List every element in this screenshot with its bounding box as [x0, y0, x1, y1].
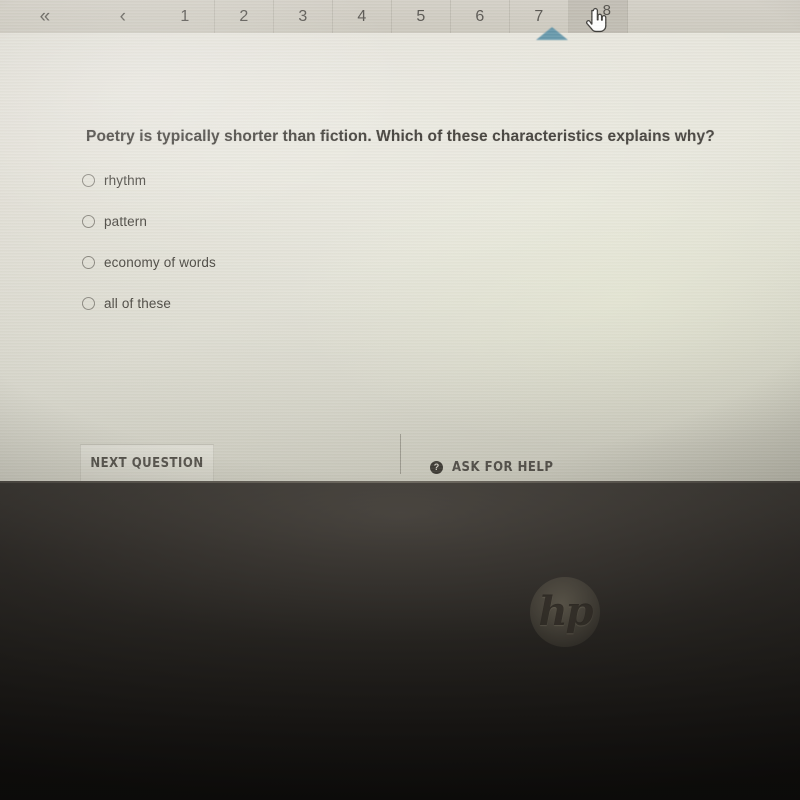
- answer-option-2[interactable]: pattern: [82, 201, 602, 242]
- laptop-bezel: [0, 481, 800, 800]
- radio-button-icon[interactable]: [82, 215, 95, 228]
- pagination-prev-button[interactable]: ‹: [90, 0, 156, 33]
- pagination-page-label: 2: [239, 7, 249, 25]
- action-bar-divider: [400, 434, 401, 474]
- next-question-label: NEXT QUESTION: [90, 456, 204, 471]
- hp-logo-text: hp: [538, 588, 593, 635]
- pagination-empty-space: [628, 0, 800, 33]
- pagination-page-3[interactable]: 3: [274, 0, 333, 33]
- ask-for-help-button[interactable]: ? ASK FOR HELP: [430, 460, 553, 475]
- pagination-page-label: 1: [180, 7, 190, 25]
- radio-button-icon[interactable]: [82, 256, 95, 269]
- pagination-page-label: 5: [416, 7, 426, 25]
- pagination-page-8[interactable]: 8: [569, 0, 628, 33]
- answer-option-4[interactable]: all of these: [82, 283, 602, 324]
- bezel-seam: [0, 481, 800, 483]
- pagination-page-label: 6: [475, 7, 485, 25]
- radio-button-icon[interactable]: [82, 174, 95, 187]
- hp-brand-logo: hp: [530, 577, 600, 647]
- answer-option-1[interactable]: rhythm: [82, 160, 602, 201]
- current-page-indicator-triangle: [536, 27, 568, 40]
- pagination-page-label: 7: [534, 7, 544, 25]
- pagination-first-button[interactable]: «: [0, 0, 90, 33]
- pagination-page-label: 3: [298, 7, 308, 25]
- pagination-page-4[interactable]: 4: [333, 0, 392, 33]
- pagination-first-label: «: [39, 5, 51, 27]
- question-pagination-bar: « ‹ 1 2 3 4 5 6 7 8: [0, 0, 800, 33]
- answer-option-label: all of these: [104, 296, 172, 311]
- pagination-page-1[interactable]: 1: [156, 0, 215, 33]
- ask-for-help-label: ASK FOR HELP: [452, 460, 554, 475]
- next-question-button[interactable]: NEXT QUESTION: [80, 444, 214, 481]
- pagination-page-2[interactable]: 2: [215, 0, 274, 33]
- pagination-page-5[interactable]: 5: [392, 0, 451, 33]
- pagination-page-label: 4: [357, 7, 367, 25]
- pagination-prev-label: ‹: [119, 5, 127, 27]
- screenshot-root: « ‹ 1 2 3 4 5 6 7 8 Poetry is typically …: [0, 0, 800, 800]
- answer-option-label: rhythm: [104, 173, 147, 188]
- question-text: Poetry is typically shorter than fiction…: [86, 128, 715, 145]
- radio-button-icon[interactable]: [82, 297, 95, 310]
- question-mark-icon: ?: [430, 461, 443, 474]
- answer-options-list: rhythm pattern economy of words all of t…: [82, 160, 602, 324]
- answer-option-3[interactable]: economy of words: [82, 242, 602, 283]
- laptop-screen: « ‹ 1 2 3 4 5 6 7 8 Poetry is typically …: [0, 0, 800, 481]
- answer-option-label: pattern: [104, 214, 148, 229]
- answer-option-label: economy of words: [104, 255, 216, 270]
- pointing-hand-cursor-icon: [585, 7, 607, 32]
- pagination-page-6[interactable]: 6: [451, 0, 510, 33]
